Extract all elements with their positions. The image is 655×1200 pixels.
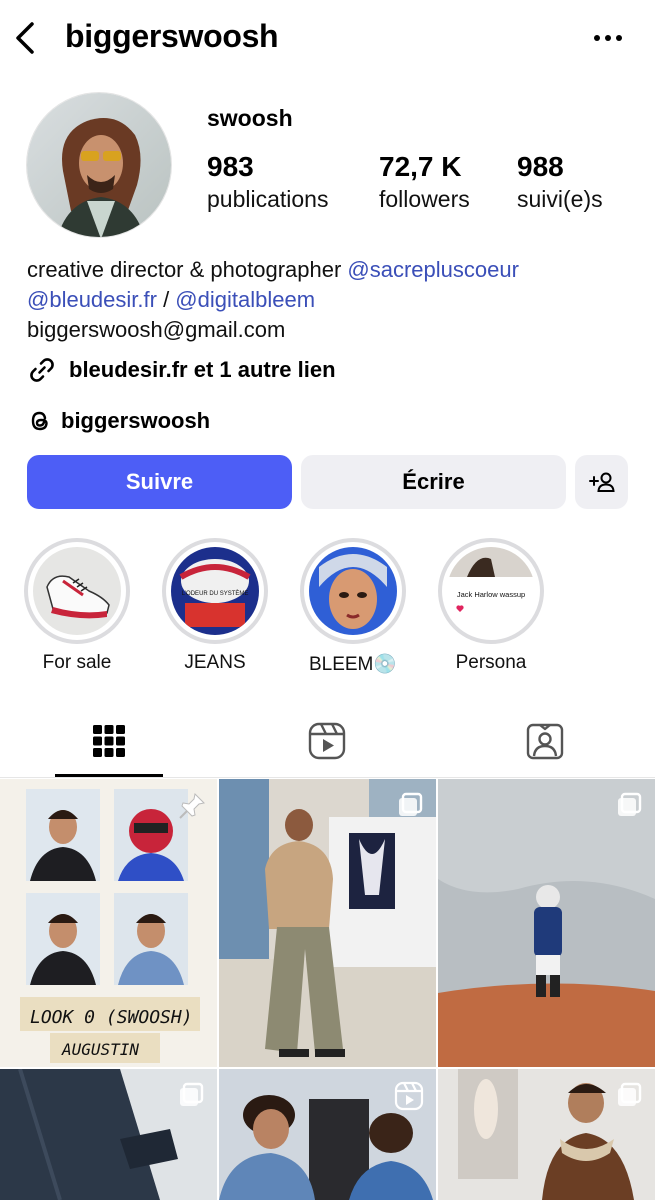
display-name: swoosh (207, 105, 293, 131)
post-handwriting-look: LOOK 0 (SWOOSH) (30, 1007, 193, 1028)
tab-reels[interactable] (218, 705, 436, 777)
post-tile[interactable] (0, 1069, 217, 1200)
suggested-accounts-button[interactable] (575, 455, 628, 509)
profile-bio: creative director & photographer @sacrep… (27, 255, 637, 345)
post-tile[interactable] (219, 779, 436, 1067)
stat-followers[interactable]: 72,7 K followers (379, 150, 470, 214)
highlight-jeans[interactable]: L'ODEUR DU SYSTÈME JEANS (155, 538, 275, 688)
reel-badge-icon (394, 1081, 424, 1111)
highlight-cover (33, 547, 121, 635)
highlight-for-sale[interactable]: For sale (17, 538, 137, 688)
tab-posts[interactable] (0, 705, 218, 777)
pin-icon (179, 792, 206, 819)
post-tile[interactable]: LOOK 0 (SWOOSH) AUGUSTIN (0, 779, 217, 1067)
bio-mention-sacrepluscoeur[interactable]: @sacrepluscoeur (347, 257, 519, 282)
follow-button[interactable]: Suivre (27, 455, 292, 509)
external-links[interactable]: bleudesir.fr et 1 autre lien (27, 354, 336, 386)
avatar-image (27, 93, 171, 237)
sneaker-image (33, 547, 121, 635)
stat-following[interactable]: 988 suivi(e)s (517, 150, 603, 214)
post-image-collage: LOOK 0 (SWOOSH) AUGUSTIN (0, 779, 217, 1067)
threads-handle: biggerswoosh (61, 408, 211, 433)
more-options-button[interactable] (590, 26, 626, 50)
threads-icon (31, 411, 48, 431)
external-link-text[interactable]: bleudesir.fr et 1 autre lien (69, 357, 336, 383)
bio-mention-digitalbleem[interactable]: @digitalbleem (175, 287, 315, 312)
bio-line-2: @bleudesir.fr / @digitalbleem (27, 285, 637, 315)
posts-grid: LOOK 0 (SWOOSH) AUGUSTIN (0, 779, 655, 1200)
bio-line-1: creative director & photographer @sacrep… (27, 255, 637, 285)
carousel-icon (399, 792, 423, 816)
post-image-gallery-person (219, 779, 436, 1067)
stat-label: followers (379, 186, 470, 212)
chevron-left-icon (16, 22, 34, 54)
highlight-ring (300, 538, 406, 644)
threads-badge[interactable]: biggerswoosh (27, 405, 210, 437)
post-image-desert (438, 779, 655, 1067)
link-icon (30, 358, 54, 382)
stat-label: suivi(e)s (517, 186, 603, 212)
stat-value: 983 (207, 151, 254, 182)
grid-icon (93, 725, 125, 757)
profile-header: biggerswoosh (0, 0, 655, 76)
highlight-ring: L'ODEUR DU SYSTÈME (162, 538, 268, 644)
stat-value: 72,7 K (379, 151, 462, 182)
back-button[interactable] (10, 18, 44, 58)
bio-email[interactable]: biggerswoosh@gmail.com (27, 315, 637, 345)
highlight-cover: Jack Harlow wassup (447, 547, 535, 635)
bleem-cover-image (309, 547, 397, 635)
tagged-icon (526, 723, 564, 760)
carousel-icon (618, 792, 642, 816)
post-tile[interactable] (438, 1069, 655, 1200)
persona-cover-image: Jack Harlow wassup (447, 547, 535, 635)
jeans-cover-text: L'ODEUR DU SYSTÈME (182, 590, 249, 597)
highlight-cover: L'ODEUR DU SYSTÈME (171, 547, 259, 635)
tabs-divider (0, 777, 655, 778)
persona-cover-text: Jack Harlow wassup (457, 590, 525, 599)
carousel-icon (618, 1082, 642, 1106)
highlight-label: BLEEM💿 (308, 654, 398, 675)
reels-icon (308, 722, 346, 760)
bio-separator: / (156, 287, 176, 312)
stat-publications[interactable]: 983 publications (207, 150, 328, 214)
bio-text: creative director & photographer (27, 257, 348, 282)
highlight-persona[interactable]: Jack Harlow wassup Persona (431, 538, 551, 688)
highlight-ring: Jack Harlow wassup (438, 538, 544, 644)
highlight-label: Persona (455, 652, 527, 673)
post-handwriting-name: AUGUSTIN (61, 1040, 139, 1059)
stat-value: 988 (517, 151, 564, 182)
tab-tagged[interactable] (436, 705, 654, 777)
highlight-ring (24, 538, 130, 644)
profile-avatar[interactable] (26, 92, 172, 238)
bio-mention-bleudesir[interactable]: @bleudesir.fr (27, 287, 157, 312)
post-tile[interactable] (438, 779, 655, 1067)
profile-tabs (0, 705, 655, 777)
stat-label: publications (207, 186, 329, 212)
message-button[interactable]: Écrire (301, 455, 566, 509)
highlight-label: JEANS (184, 652, 246, 673)
add-person-icon (588, 472, 615, 492)
highlight-cover (309, 547, 397, 635)
post-tile[interactable] (219, 1069, 436, 1200)
more-horizontal-icon (594, 35, 622, 41)
highlight-bleem[interactable]: BLEEM💿 (293, 538, 413, 688)
highlight-label: For sale (42, 652, 112, 673)
profile-username: biggerswoosh (65, 18, 279, 54)
carousel-icon (180, 1082, 204, 1106)
jeans-cover-image: L'ODEUR DU SYSTÈME (171, 547, 259, 635)
